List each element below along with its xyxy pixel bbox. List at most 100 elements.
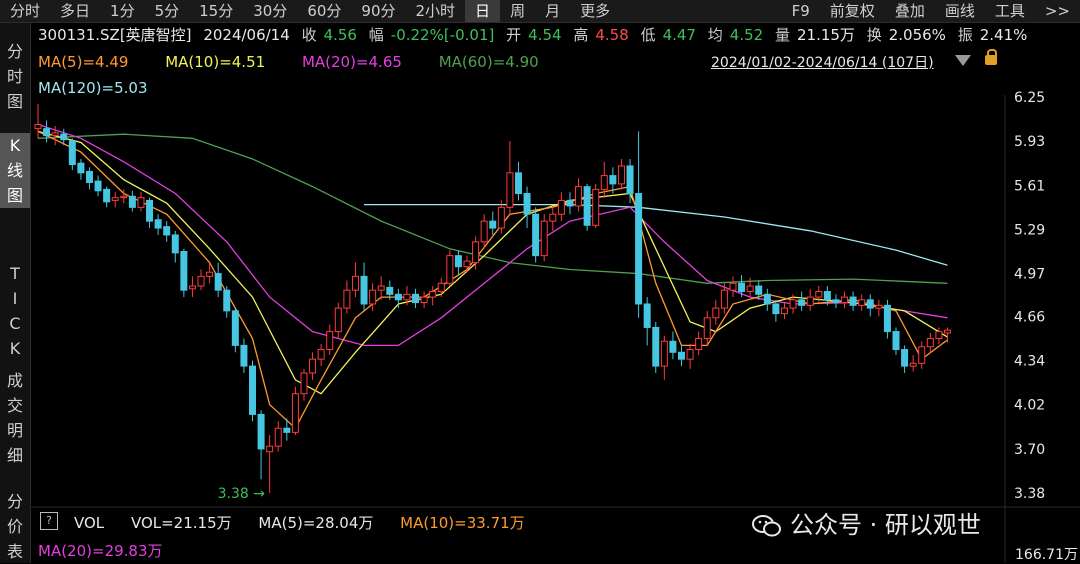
y-tick-label-3: 5.29 bbox=[1014, 222, 1045, 238]
candle-body-46 bbox=[429, 291, 437, 298]
candle-body-31 bbox=[300, 372, 308, 395]
candle-body-5 bbox=[77, 162, 85, 174]
candle-body-16 bbox=[171, 234, 179, 254]
candle-body-45 bbox=[420, 296, 428, 304]
candle-body-18 bbox=[188, 285, 196, 290]
candle-body-50 bbox=[463, 260, 471, 268]
y-tick-label-5: 4.66 bbox=[1014, 309, 1045, 325]
candle-body-82 bbox=[738, 282, 746, 293]
wechat-icon bbox=[752, 515, 781, 537]
kline-chart[interactable]: 6.25 5.93 5.61 5.29 4.97 4.66 4.34 4.02 3.70 3.38… bbox=[0, 0, 1080, 563]
candle-body-28 bbox=[274, 427, 282, 447]
candle-body-2 bbox=[51, 132, 59, 137]
candle-body-97 bbox=[866, 299, 874, 309]
candle-body-41 bbox=[386, 286, 394, 295]
candle-body-65 bbox=[592, 188, 600, 226]
candle-body-51 bbox=[472, 241, 480, 264]
low-price-marker: 3.38 → bbox=[218, 486, 266, 502]
candle-body-17 bbox=[180, 251, 188, 291]
candle-body-27 bbox=[266, 445, 274, 453]
candle-body-34 bbox=[326, 331, 334, 351]
wechat-watermark: 公众号 · 研以观世 bbox=[752, 505, 981, 540]
candle-body-23 bbox=[231, 310, 239, 346]
candle-body-38 bbox=[360, 275, 368, 305]
candle-body-68 bbox=[617, 165, 625, 185]
candle-body-66 bbox=[600, 175, 608, 190]
vol-axis-max: 166.71万 bbox=[1015, 547, 1078, 563]
candle-body-52 bbox=[480, 220, 488, 243]
volume-legend-row: VOL VOL=21.15万 MA(5)=28.04万 MA(10)=33.71… bbox=[74, 512, 547, 533]
candle-body-0 bbox=[34, 124, 42, 130]
candle-body-69 bbox=[626, 165, 634, 195]
candle-body-59 bbox=[540, 220, 548, 257]
ma10-line bbox=[37, 130, 948, 395]
candle-body-81 bbox=[729, 282, 737, 291]
candle-body-67 bbox=[609, 175, 617, 185]
candle-body-87 bbox=[780, 307, 788, 315]
y-tick-label-0: 6.25 bbox=[1014, 90, 1045, 106]
candle-body-20 bbox=[206, 271, 214, 277]
candle-body-104 bbox=[926, 337, 934, 348]
y-tick-label-6: 4.34 bbox=[1014, 354, 1045, 370]
candle-body-29 bbox=[283, 427, 291, 433]
candle-body-72 bbox=[652, 326, 660, 367]
candle-body-94 bbox=[841, 296, 849, 304]
candle-body-15 bbox=[163, 226, 171, 236]
candle-body-1 bbox=[43, 128, 51, 137]
candle-body-54 bbox=[497, 206, 505, 229]
candle-body-44 bbox=[412, 293, 420, 304]
candle-body-64 bbox=[583, 186, 591, 226]
candle-body-60 bbox=[549, 213, 557, 222]
help-icon[interactable]: ? bbox=[40, 512, 58, 530]
candle-body-93 bbox=[832, 299, 840, 304]
candle-body-37 bbox=[351, 275, 359, 291]
candle-body-56 bbox=[514, 172, 522, 195]
candle-body-90 bbox=[806, 296, 814, 306]
candle-body-3 bbox=[60, 133, 68, 141]
candle-body-26 bbox=[257, 413, 265, 450]
candle-body-58 bbox=[532, 213, 540, 257]
candle-body-22 bbox=[223, 289, 231, 312]
y-tick-label-8: 3.70 bbox=[1014, 442, 1045, 458]
candle-body-30 bbox=[291, 393, 299, 433]
candle-body-75 bbox=[678, 351, 685, 360]
candle-body-89 bbox=[798, 299, 806, 306]
candle-body-25 bbox=[249, 365, 256, 415]
candle-body-86 bbox=[772, 303, 780, 315]
vol-ma10: MA(10)=33.71万 bbox=[400, 514, 525, 532]
candle-body-70 bbox=[635, 193, 643, 305]
candle-body-96 bbox=[858, 299, 866, 306]
candle-body-7 bbox=[94, 180, 102, 192]
candle-body-4 bbox=[68, 140, 76, 166]
candle-body-77 bbox=[695, 337, 703, 351]
candle-body-10 bbox=[120, 195, 128, 199]
candle-body-98 bbox=[875, 304, 883, 309]
candle-body-42 bbox=[394, 293, 402, 301]
candle-body-73 bbox=[660, 340, 668, 367]
candle-body-78 bbox=[703, 317, 711, 339]
candle-body-48 bbox=[446, 255, 454, 284]
y-tick-label-7: 4.02 bbox=[1014, 398, 1045, 414]
candle-body-80 bbox=[720, 289, 728, 309]
candle-body-91 bbox=[815, 291, 823, 298]
candle-body-57 bbox=[523, 193, 531, 215]
candle-body-36 bbox=[343, 289, 351, 309]
candle-body-55 bbox=[506, 172, 514, 208]
candle-body-43 bbox=[403, 293, 411, 301]
y-tick-label-2: 5.61 bbox=[1014, 178, 1045, 194]
candle-body-83 bbox=[746, 285, 754, 293]
y-tick-label-1: 5.93 bbox=[1014, 134, 1045, 150]
candle-body-13 bbox=[146, 199, 154, 222]
ma60-line bbox=[37, 133, 948, 284]
candle-body-74 bbox=[669, 340, 677, 353]
candle-body-95 bbox=[849, 296, 857, 306]
candle-body-71 bbox=[643, 303, 651, 328]
candle-body-79 bbox=[712, 307, 720, 319]
candle-body-8 bbox=[103, 188, 111, 203]
vol-value: VOL=21.15万 bbox=[130, 514, 232, 532]
vol-title: VOL bbox=[74, 514, 105, 532]
candle-body-11 bbox=[128, 195, 136, 208]
watermark-text: 公众号 · 研以观世 bbox=[790, 511, 981, 539]
candle-body-62 bbox=[566, 199, 574, 207]
y-tick-label-9: 3.38 bbox=[1014, 486, 1045, 502]
